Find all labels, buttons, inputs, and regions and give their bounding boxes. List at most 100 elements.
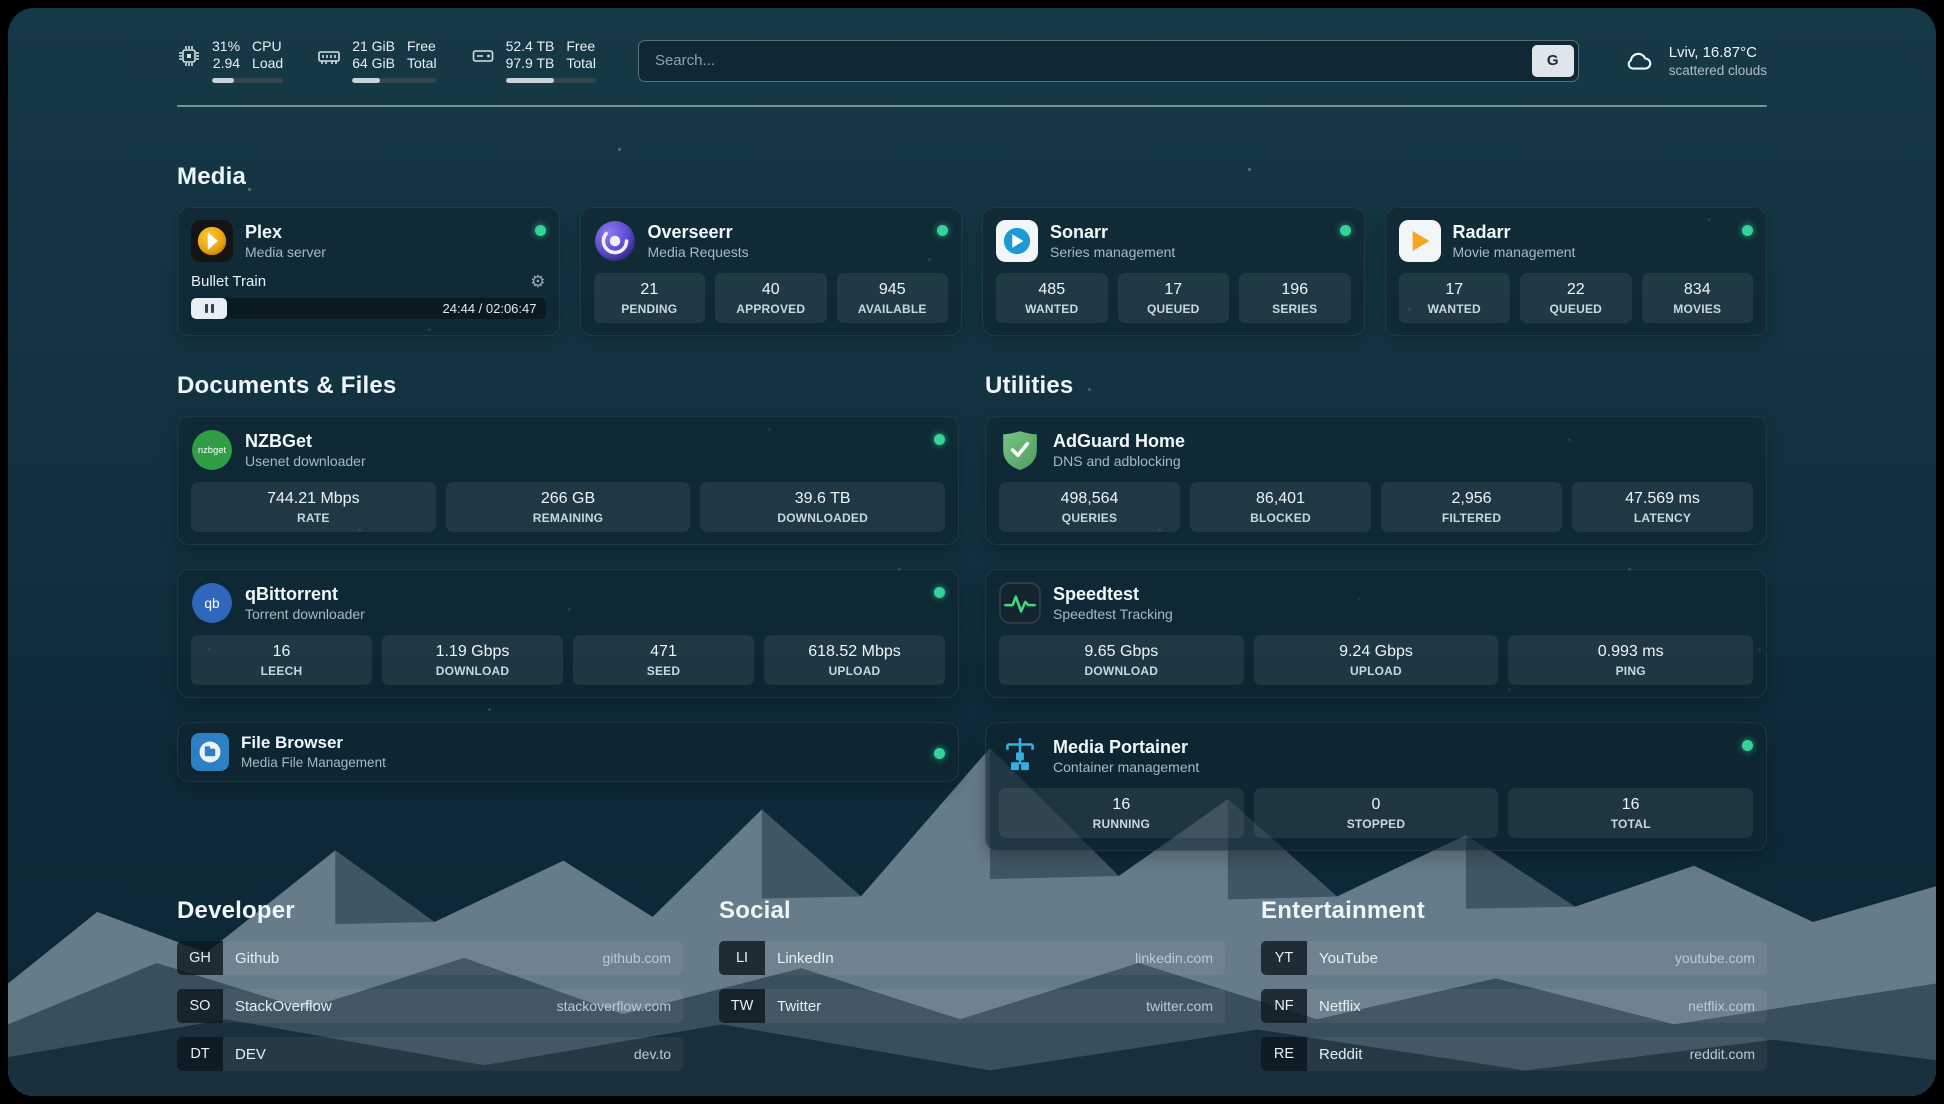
bookmark-stackoverflow[interactable]: SO StackOverflow stackoverflow.com: [177, 989, 683, 1023]
section-title-documents: Documents & Files: [177, 372, 959, 400]
bookmark-dev[interactable]: DT DEV dev.to: [177, 1037, 683, 1071]
service-name: Plex: [245, 221, 326, 243]
settings-gear-icon[interactable]: ⚙: [530, 273, 545, 290]
cpu-progress-bar: [212, 78, 283, 83]
cloud-icon: [1621, 46, 1657, 76]
stat-wanted: 17WANTED: [1399, 273, 1511, 323]
stat-queries: 498,564QUERIES: [999, 482, 1180, 532]
section-title-media: Media: [177, 163, 1767, 191]
status-dot: [934, 748, 945, 759]
stat-ping: 0.993 msPING: [1508, 635, 1753, 685]
service-name: Sonarr: [1050, 221, 1175, 243]
bookmark-url: stackoverflow.com: [557, 998, 671, 1014]
service-card-portainer[interactable]: Media Portainer Container management 16R…: [985, 722, 1767, 851]
stat-queued: 22QUEUED: [1520, 273, 1632, 323]
header-divider: [177, 105, 1767, 107]
bookmark-name: DEV: [235, 1046, 266, 1063]
memory-widget: 21 GiB 64 GiB Free Total: [317, 38, 436, 83]
search-engine-button[interactable]: G: [1532, 45, 1574, 77]
service-card-overseerr[interactable]: Overseerr Media Requests 21PENDING 40APP…: [580, 207, 963, 336]
weather-condition: scattered clouds: [1669, 62, 1767, 79]
status-dot: [937, 225, 948, 236]
now-playing-title: Bullet Train: [191, 273, 266, 290]
bookmark-url: reddit.com: [1690, 1046, 1755, 1062]
bookmark-twitter[interactable]: TW Twitter twitter.com: [719, 989, 1225, 1023]
bookmark-youtube[interactable]: YT YouTube youtube.com: [1261, 941, 1767, 975]
stat-latency: 47.569 msLATENCY: [1572, 482, 1753, 532]
bookmark-reddit[interactable]: RE Reddit reddit.com: [1261, 1037, 1767, 1071]
service-card-nzbget[interactable]: nzbget NZBGet Usenet downloader 744.21 M…: [177, 416, 959, 545]
bookmark-github[interactable]: GH Github github.com: [177, 941, 683, 975]
service-card-adguard[interactable]: AdGuard Home DNS and adblocking 498,564Q…: [985, 416, 1767, 545]
bookmark-netflix[interactable]: NF Netflix netflix.com: [1261, 989, 1767, 1023]
service-name: Speedtest: [1053, 583, 1173, 605]
stat-blocked: 86,401BLOCKED: [1190, 482, 1371, 532]
cpu-widget: 31% 2.94 CPU Load: [177, 38, 283, 83]
bookmark-url: netflix.com: [1688, 998, 1755, 1014]
status-dot: [535, 225, 546, 236]
sonarr-icon: [996, 220, 1038, 262]
radarr-icon: [1399, 220, 1441, 262]
search-input[interactable]: [638, 40, 1579, 82]
service-card-sonarr[interactable]: Sonarr Series management 485WANTED 17QUE…: [982, 207, 1365, 336]
status-dot: [934, 434, 945, 445]
bookmark-abbr: RE: [1261, 1037, 1307, 1071]
bookmark-abbr: LI: [719, 941, 765, 975]
status-dot: [1742, 740, 1753, 751]
top-bar: 31% 2.94 CPU Load: [177, 38, 1767, 83]
stat-rate: 744.21 MbpsRATE: [191, 482, 436, 532]
service-desc: Container management: [1053, 758, 1199, 776]
section-title-entertainment: Entertainment: [1261, 897, 1767, 925]
service-name: Radarr: [1453, 221, 1576, 243]
stat-upload: 618.52 MbpsUPLOAD: [764, 635, 945, 685]
bookmark-linkedin[interactable]: LI LinkedIn linkedin.com: [719, 941, 1225, 975]
stat-remaining: 266 GBREMAINING: [446, 482, 691, 532]
weather-location: Lviv, 16.87°C: [1669, 43, 1767, 62]
plex-player-bar[interactable]: 24:44 / 02:06:47: [191, 298, 546, 319]
service-desc: Movie management: [1453, 243, 1576, 261]
stat-wanted: 485WANTED: [996, 273, 1108, 323]
service-card-filebrowser[interactable]: File Browser Media File Management: [177, 722, 959, 782]
search-bar: G: [638, 40, 1579, 82]
stat-available: 945AVAILABLE: [837, 273, 949, 323]
disk-widget: 52.4 TB 97.9 TB Free Total: [471, 38, 596, 83]
stat-movies: 834MOVIES: [1642, 273, 1754, 323]
stat-total: 16TOTAL: [1508, 788, 1753, 838]
service-card-radarr[interactable]: Radarr Movie management 17WANTED 22QUEUE…: [1385, 207, 1768, 336]
bookmark-abbr: YT: [1261, 941, 1307, 975]
pause-icon[interactable]: [191, 298, 227, 319]
disk-total: 97.9 TB: [506, 55, 555, 72]
bookmark-abbr: GH: [177, 941, 223, 975]
service-desc: Media server: [245, 243, 326, 261]
stat-download: 9.65 GbpsDOWNLOAD: [999, 635, 1244, 685]
disk-label-total: Total: [566, 55, 596, 72]
service-card-plex[interactable]: Plex Media server Bullet Train ⚙ 24:44 /…: [177, 207, 560, 336]
service-desc: Usenet downloader: [245, 452, 366, 470]
dashboard-screen: 31% 2.94 CPU Load: [8, 8, 1936, 1096]
playback-time: 24:44 / 02:06:47: [443, 301, 546, 316]
status-dot: [1742, 225, 1753, 236]
memory-label-total: Total: [407, 55, 437, 72]
stat-leech: 16LEECH: [191, 635, 372, 685]
stat-seed: 471SEED: [573, 635, 754, 685]
nzbget-icon: nzbget: [191, 429, 233, 471]
cpu-label2: Load: [252, 55, 283, 72]
bookmark-url: github.com: [603, 950, 671, 966]
service-desc: Series management: [1050, 243, 1175, 261]
service-card-speedtest[interactable]: Speedtest Speedtest Tracking 9.65 GbpsDO…: [985, 569, 1767, 698]
service-name: NZBGet: [245, 430, 366, 452]
weather-widget: Lviv, 16.87°C scattered clouds: [1621, 43, 1767, 79]
svg-text:nzbget: nzbget: [198, 445, 227, 456]
cpu-label: CPU: [252, 38, 283, 55]
service-card-qbittorrent[interactable]: qb qBittorrent Torrent downloader 16LEEC…: [177, 569, 959, 698]
overseerr-icon: [594, 220, 636, 262]
bookmark-name: Github: [235, 950, 279, 967]
cpu-icon: [177, 44, 201, 68]
stat-stopped: 0STOPPED: [1254, 788, 1499, 838]
section-title-developer: Developer: [177, 897, 683, 925]
bookmark-url: twitter.com: [1146, 998, 1213, 1014]
memory-free: 21 GiB: [352, 38, 395, 55]
adguard-icon: [999, 429, 1041, 471]
stat-downloaded: 39.6 TBDOWNLOADED: [700, 482, 945, 532]
bookmark-name: Netflix: [1319, 998, 1361, 1015]
